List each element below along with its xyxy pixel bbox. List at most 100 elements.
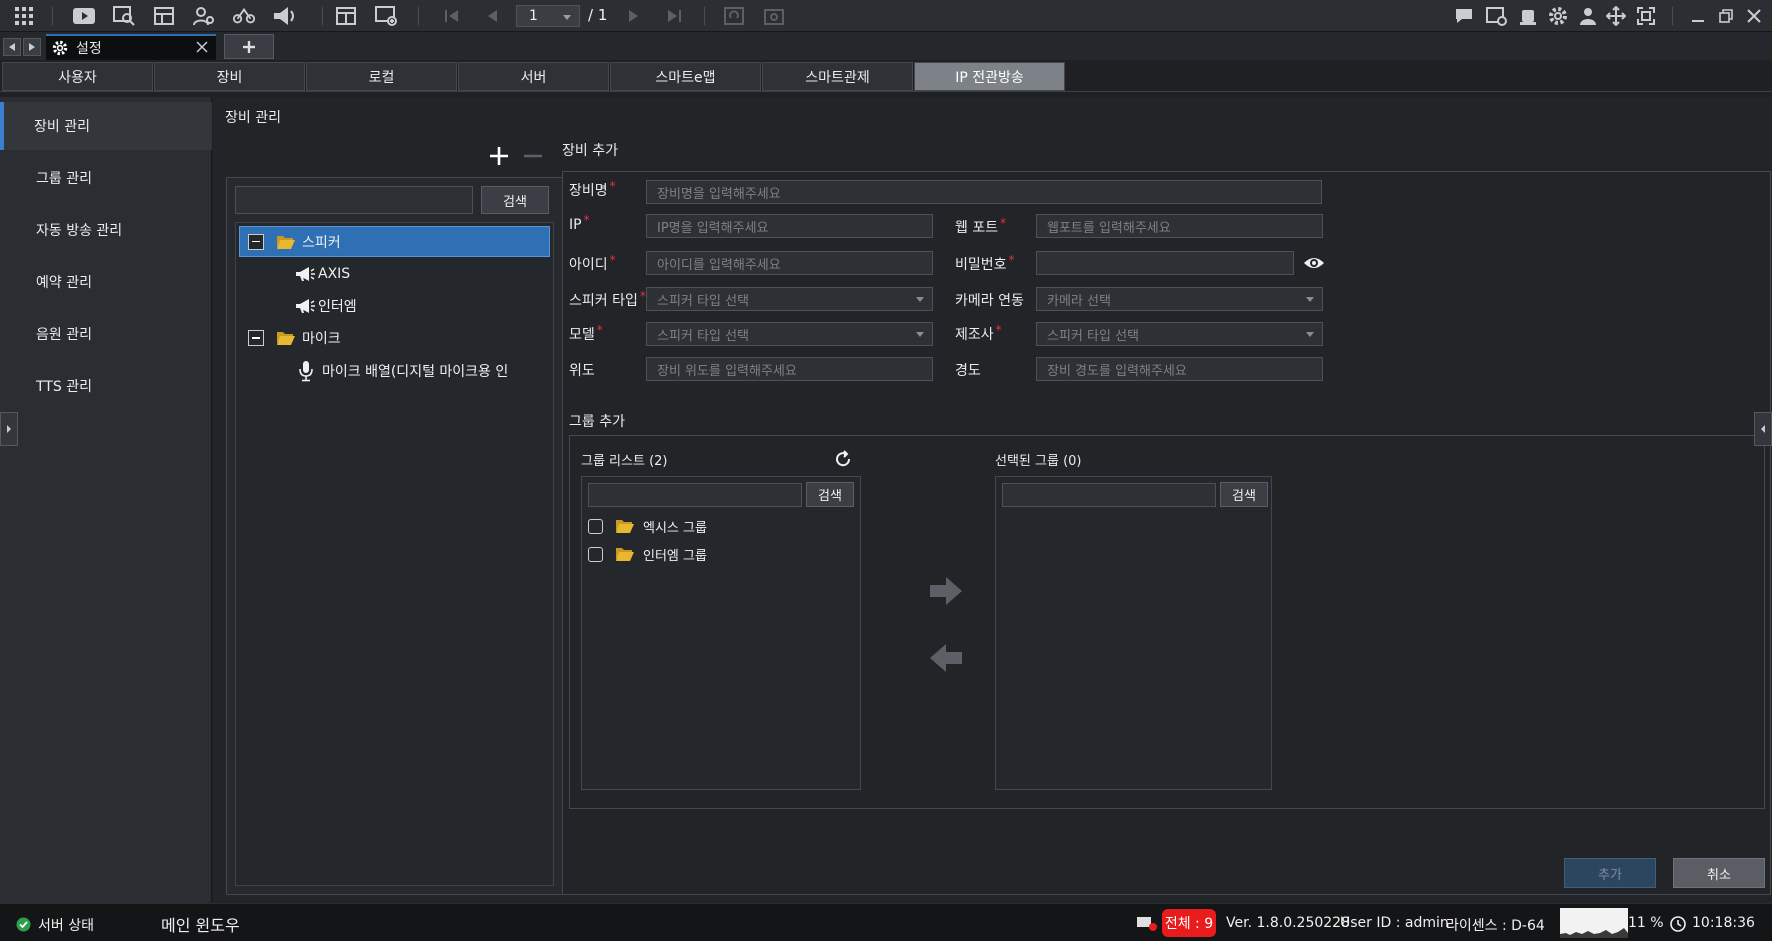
sidebar-item-device-management[interactable]: 장비 관리 bbox=[0, 102, 212, 150]
group-list-search-input[interactable] bbox=[588, 483, 802, 507]
collapse-toggle-icon[interactable] bbox=[248, 233, 264, 250]
add-device-icon[interactable] bbox=[488, 145, 510, 167]
event-list-icon[interactable] bbox=[1484, 4, 1508, 28]
settings-gear-icon[interactable] bbox=[1546, 4, 1570, 28]
tab-smart-emap[interactable]: 스마트e맵 bbox=[610, 62, 761, 91]
move-left-arrow-icon[interactable] bbox=[928, 642, 964, 674]
required-mark: * bbox=[609, 179, 616, 193]
right-panel-collapse-handle[interactable] bbox=[1754, 412, 1772, 446]
refresh-icon[interactable] bbox=[834, 450, 852, 468]
layout-list-icon[interactable] bbox=[152, 4, 176, 28]
required-mark: * bbox=[609, 253, 616, 267]
grid-menu-icon[interactable] bbox=[12, 4, 36, 28]
page-number-input[interactable]: 1 bbox=[516, 5, 580, 27]
group-list-item[interactable]: 엑시스 그룹 bbox=[588, 515, 707, 537]
chevron-down-icon bbox=[916, 332, 924, 337]
tree-search-input[interactable] bbox=[235, 186, 473, 214]
password-input[interactable] bbox=[1036, 251, 1294, 275]
main-window-label[interactable]: 메인 윈도우 bbox=[161, 912, 240, 936]
alarm-icon[interactable] bbox=[1516, 4, 1540, 28]
manufacturer-select[interactable]: 스피커 타입 선택 bbox=[1036, 322, 1323, 346]
tab-smart-control[interactable]: 스마트관제 bbox=[762, 62, 913, 91]
tree-node-speaker[interactable]: 스피커 bbox=[239, 226, 550, 257]
tree-node-mic-array[interactable]: 마이크 배열(디지털 마이크용 인 bbox=[298, 357, 508, 385]
tab-ip-broadcast[interactable]: IP 전관방송 bbox=[914, 62, 1065, 91]
chevron-down-icon[interactable] bbox=[563, 15, 571, 20]
sidebar-item-auto-broadcast[interactable]: 자동 방송 관리 bbox=[0, 206, 212, 254]
selected-group-title: 선택된 그룹 (0) bbox=[995, 454, 1082, 469]
tab-device[interactable]: 장비 bbox=[154, 62, 305, 91]
main-toolbar: 1 / 1 bbox=[0, 0, 1772, 32]
ptz-camera-icon[interactable] bbox=[232, 4, 256, 28]
broadcast-icon[interactable] bbox=[272, 4, 296, 28]
page-title: 장비 관리 bbox=[225, 110, 281, 126]
id-input[interactable]: 아이디를 입력해주세요 bbox=[646, 251, 933, 275]
sidebar-item-tts[interactable]: TTS 관리 bbox=[0, 362, 212, 410]
snapshot-icon[interactable] bbox=[762, 4, 786, 28]
model-label: 모델 * bbox=[569, 323, 603, 343]
last-page-icon[interactable] bbox=[662, 4, 686, 28]
sidebar-item-reservation[interactable]: 예약 관리 bbox=[0, 258, 212, 306]
selected-group-panel: 검색 bbox=[995, 476, 1272, 790]
sidebar-collapse-handle[interactable] bbox=[0, 412, 18, 446]
close-tab-icon[interactable] bbox=[196, 41, 208, 53]
search-playback-icon[interactable] bbox=[112, 4, 136, 28]
total-count-badge[interactable]: 전체 : 9 bbox=[1162, 909, 1216, 937]
collapse-toggle-icon[interactable] bbox=[248, 330, 264, 346]
cpu-usage-text: 11 % bbox=[1628, 915, 1664, 931]
chat-icon[interactable] bbox=[1452, 4, 1476, 28]
selected-group-search-button[interactable]: 검색 bbox=[1220, 482, 1268, 507]
first-page-icon[interactable] bbox=[440, 4, 464, 28]
server-status[interactable]: 서버 상태 bbox=[38, 915, 94, 935]
group-list-search-button[interactable]: 검색 bbox=[806, 482, 854, 507]
cancel-button[interactable]: 취소 bbox=[1673, 858, 1765, 888]
user-search-icon[interactable] bbox=[192, 4, 216, 28]
user-profile-icon[interactable] bbox=[1576, 4, 1600, 28]
window-tab-settings[interactable]: 설정 bbox=[46, 34, 216, 60]
camera-alert-icon[interactable] bbox=[1136, 914, 1158, 932]
clock-time: 10:18:36 bbox=[1692, 915, 1755, 931]
longitude-input[interactable]: 장비 경도를 입력해주세요 bbox=[1036, 357, 1323, 381]
add-tab-button[interactable] bbox=[224, 34, 274, 59]
add-button[interactable]: 추가 bbox=[1564, 858, 1656, 888]
show-password-eye-icon[interactable] bbox=[1303, 254, 1325, 272]
sidebar-item-group-management[interactable]: 그룹 관리 bbox=[0, 154, 212, 202]
device-name-input[interactable]: 장비명을 입력해주세요 bbox=[646, 180, 1322, 204]
next-page-icon[interactable] bbox=[622, 4, 646, 28]
live-play-icon[interactable] bbox=[72, 4, 96, 28]
tab-server[interactable]: 서버 bbox=[458, 62, 609, 91]
prev-page-icon[interactable] bbox=[480, 4, 504, 28]
folder-open-icon bbox=[277, 332, 295, 345]
sidebar-item-audio-source[interactable]: 음원 관리 bbox=[0, 310, 212, 358]
move-icon[interactable] bbox=[1604, 4, 1628, 28]
model-select[interactable]: 스피커 타입 선택 bbox=[646, 322, 933, 346]
remove-device-icon[interactable] bbox=[522, 145, 544, 167]
close-window-icon[interactable] bbox=[1742, 4, 1766, 28]
tab-local[interactable]: 로컬 bbox=[306, 62, 457, 91]
selected-group-search-input[interactable] bbox=[1002, 483, 1216, 507]
tree-node-mic[interactable]: 마이크 bbox=[248, 324, 341, 352]
speaker-type-select[interactable]: 스피커 타입 선택 bbox=[646, 287, 933, 311]
check-circle-icon bbox=[16, 917, 31, 932]
refresh-screen-icon[interactable] bbox=[722, 4, 746, 28]
tree-search-button[interactable]: 검색 bbox=[481, 186, 549, 214]
tree-node-interm[interactable]: 인터엠 bbox=[294, 293, 357, 319]
tab-scroll-right-button[interactable] bbox=[23, 38, 41, 56]
ip-input[interactable]: IP명을 입력해주세요 bbox=[646, 214, 933, 238]
tree-node-axis[interactable]: AXIS bbox=[294, 261, 350, 287]
group-checkbox[interactable] bbox=[588, 546, 603, 562]
camera-link-select[interactable]: 카메라 선택 bbox=[1036, 287, 1323, 311]
group-checkbox[interactable] bbox=[588, 518, 603, 534]
restore-icon[interactable] bbox=[1714, 4, 1738, 28]
latitude-input[interactable]: 장비 위도를 입력해주세요 bbox=[646, 357, 933, 381]
group-add-panel: 그룹 리스트 (2) 검색 엑시스 그룹 인터엠 그룹 선택된 그룹 (0) 검… bbox=[569, 435, 1765, 809]
web-port-input[interactable]: 웹포트를 입력해주세요 bbox=[1036, 214, 1323, 238]
split-view-icon[interactable] bbox=[334, 4, 358, 28]
move-right-arrow-icon[interactable] bbox=[928, 575, 964, 607]
add-screen-icon[interactable] bbox=[374, 4, 398, 28]
tab-user[interactable]: 사용자 bbox=[2, 62, 153, 91]
fullscreen-icon[interactable] bbox=[1634, 4, 1658, 28]
minimize-icon[interactable] bbox=[1686, 4, 1710, 28]
group-list-item[interactable]: 인터엠 그룹 bbox=[588, 543, 707, 565]
tab-scroll-left-button[interactable] bbox=[3, 38, 21, 56]
